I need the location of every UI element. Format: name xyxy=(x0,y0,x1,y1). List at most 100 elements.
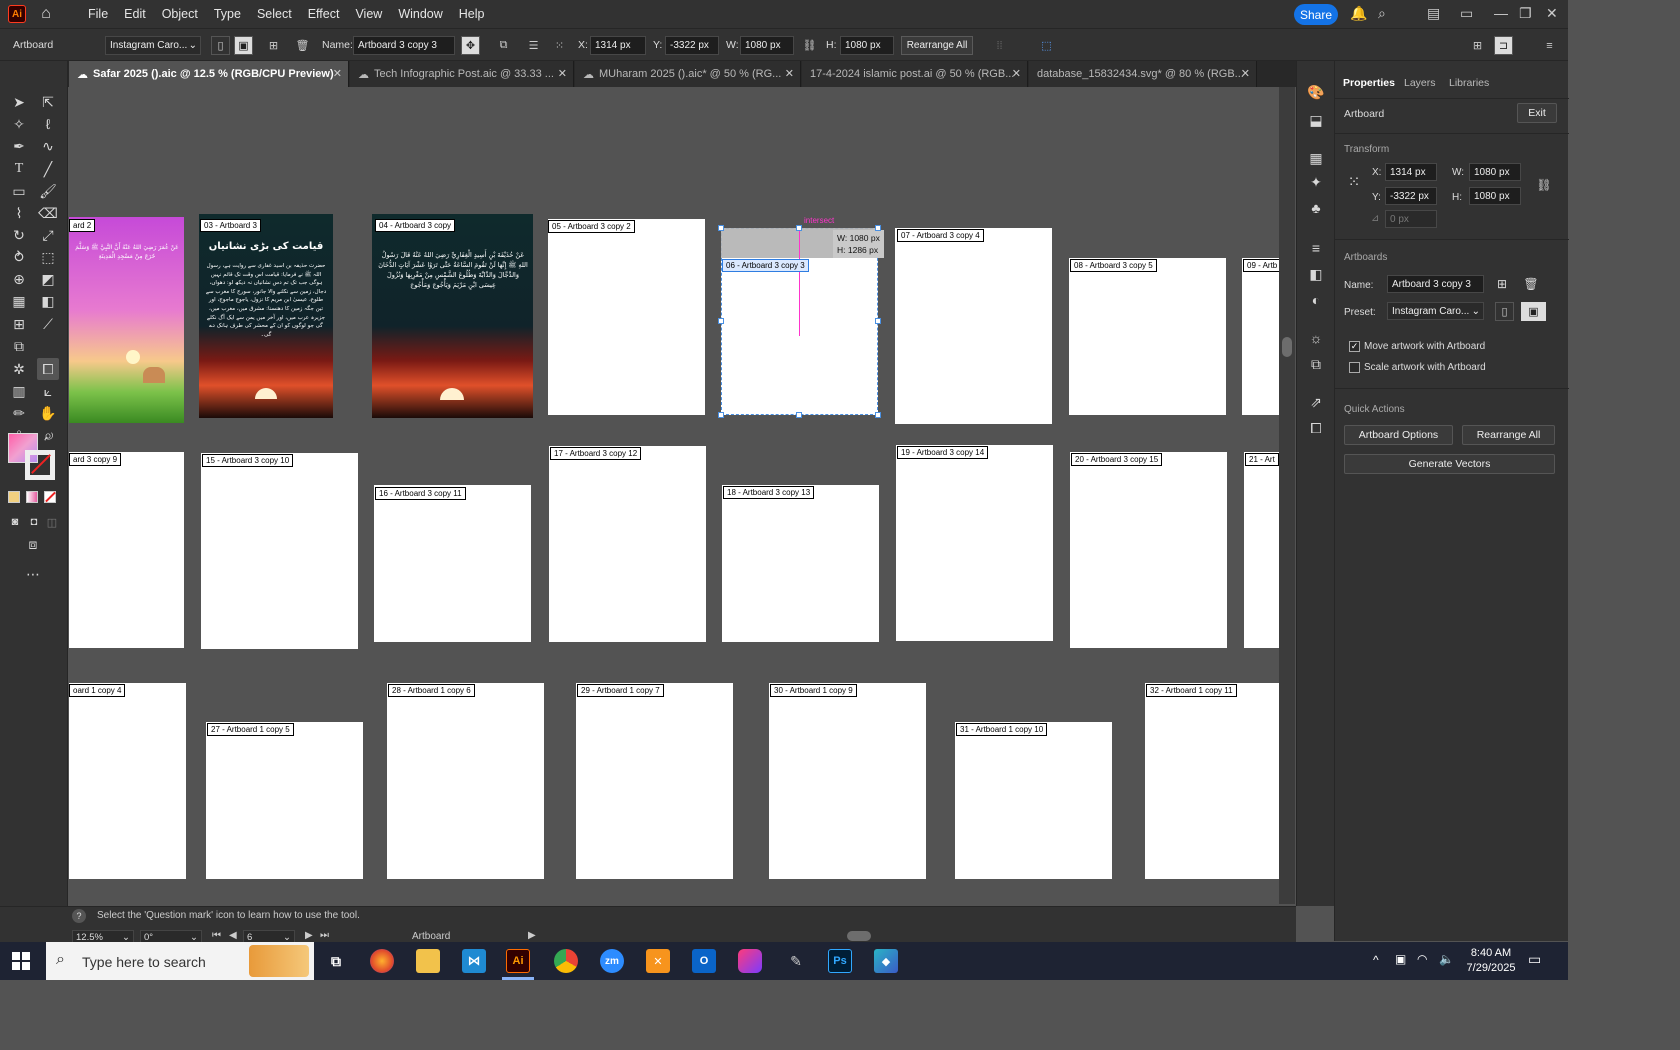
tab-properties[interactable]: Properties xyxy=(1343,77,1395,89)
menu-file[interactable]: File xyxy=(80,7,116,21)
document-setup-icon[interactable]: ☰ xyxy=(524,36,543,55)
x-input[interactable]: 1314 px xyxy=(590,36,646,55)
task-view-icon[interactable]: ⧉ xyxy=(324,949,348,973)
x-input[interactable]: 1314 px xyxy=(1385,163,1437,181)
artboard-label[interactable]: 32 - Artboard 1 copy 11 xyxy=(1146,684,1237,697)
outlook-icon[interactable]: O xyxy=(692,949,716,973)
artboard-label[interactable]: 20 - Artboard 3 copy 15 xyxy=(1071,453,1163,466)
menu-effect[interactable]: Effect xyxy=(300,7,348,21)
transparency-panel-icon[interactable]: ◐ xyxy=(1305,289,1327,311)
gradient-tool-icon[interactable]: ◧ xyxy=(37,290,59,312)
generate-vectors-button[interactable]: Generate Vectors xyxy=(1344,454,1555,474)
height-input[interactable]: 1080 px xyxy=(1469,187,1521,205)
brushes-icon[interactable]: ✦ xyxy=(1305,171,1327,193)
vertical-scrollbar[interactable] xyxy=(1279,87,1295,904)
search-icon[interactable]: ⌕ xyxy=(1378,5,1386,22)
tab-muharam-2025[interactable]: ☁ MUharam 2025 ().aic* @ 50 % (RG... ✕ xyxy=(575,61,801,87)
reference-point-icon[interactable]: ⁙ xyxy=(550,36,569,55)
constrain-proportions-icon[interactable]: ⛓ xyxy=(1533,174,1555,196)
volume-icon[interactable]: 🔈 xyxy=(1439,952,1454,966)
new-artboard-icon[interactable]: ⊞ xyxy=(264,36,283,55)
resize-handle[interactable] xyxy=(796,225,802,231)
menu-edit[interactable]: Edit xyxy=(116,7,154,21)
artboard-label[interactable]: 05 - Artboard 3 copy 2 xyxy=(548,220,635,233)
artboard-08[interactable] xyxy=(1069,258,1226,415)
warp-tool-icon[interactable]: ⥁ xyxy=(8,246,30,268)
gradient-mode-icon[interactable] xyxy=(26,491,38,503)
horizontal-scrollbar[interactable] xyxy=(545,931,1275,941)
libraries-icon[interactable]: ⬓ xyxy=(1305,109,1327,131)
rectangle-tool-icon[interactable]: ▭ xyxy=(8,180,30,202)
stroke-swatch[interactable] xyxy=(25,450,55,480)
symbols-icon[interactable]: ♣ xyxy=(1305,197,1327,219)
edit-toolbar-icon[interactable]: ⋯ xyxy=(22,563,44,585)
artboard-name-input[interactable]: Artboard 3 copy 3 xyxy=(353,36,455,55)
close-tab-icon[interactable]: ✕ xyxy=(333,67,342,80)
shape-builder-tool-icon[interactable]: ⊕ xyxy=(8,268,30,290)
zoom-app-icon[interactable]: zm xyxy=(600,949,624,973)
artboard-16[interactable] xyxy=(374,485,531,642)
artboard-label[interactable]: 08 - Artboard 3 copy 5 xyxy=(1070,259,1157,272)
artboard-label[interactable]: 28 - Artboard 1 copy 6 xyxy=(388,684,475,697)
restore-icon[interactable]: ❐ xyxy=(1519,5,1532,22)
live-paint-tool-icon[interactable]: ◩ xyxy=(37,268,59,290)
tab-database-svg[interactable]: database_15832434.svg* @ 80 % (RGB... ✕ xyxy=(1029,61,1257,87)
artboard-label[interactable]: oard 1 copy 4 xyxy=(69,684,126,697)
menu-select[interactable]: Select xyxy=(249,7,300,21)
swatches-icon[interactable]: ▦ xyxy=(1305,147,1327,169)
pen-tool-icon[interactable]: ✒ xyxy=(8,135,30,157)
artboard-label[interactable]: ard 2 xyxy=(69,219,96,232)
arrange-documents-icon[interactable]: ▭ xyxy=(1460,5,1473,22)
resize-handle[interactable] xyxy=(875,225,881,231)
status-menu-icon[interactable]: ▶ xyxy=(528,930,536,941)
align-icon[interactable]: ⁞⁞ xyxy=(990,36,1009,55)
export-artboard-icon[interactable]: ⬚ xyxy=(1037,36,1056,55)
exit-button[interactable]: Exit xyxy=(1517,103,1557,123)
type-tool-icon[interactable]: T xyxy=(8,158,30,180)
artboard-label[interactable]: 27 - Artboard 1 copy 5 xyxy=(207,723,294,736)
menu-view[interactable]: View xyxy=(347,7,390,21)
graphic-styles-icon[interactable]: ⧉ xyxy=(1305,353,1327,375)
wifi-icon[interactable]: ◠ xyxy=(1417,952,1427,966)
panel-menu-icon[interactable]: ≡ xyxy=(1540,36,1559,55)
file-explorer-icon[interactable] xyxy=(416,949,440,973)
portrait-icon[interactable]: ▯ xyxy=(1495,302,1514,321)
shaper-tool-icon[interactable]: ⌇ xyxy=(8,202,30,224)
angle-input[interactable]: 0 px xyxy=(1385,210,1437,228)
next-artboard-icon[interactable]: ▶ xyxy=(305,930,313,941)
slice-tool-icon[interactable]: ⟀ xyxy=(37,380,59,402)
rearrange-all-button[interactable]: Rearrange All xyxy=(1462,425,1555,445)
artboard-label[interactable]: 19 - Artboard 3 copy 14 xyxy=(897,446,989,459)
curvature-tool-icon[interactable]: ∿ xyxy=(37,135,59,157)
chrome-icon[interactable] xyxy=(554,949,578,973)
resize-handle[interactable] xyxy=(796,412,802,418)
artboard-options-button[interactable]: Artboard Options xyxy=(1344,425,1453,445)
selection-tool-icon[interactable]: ➤ xyxy=(8,91,30,113)
artboard-30[interactable] xyxy=(769,683,926,879)
perspective-grid-tool-icon[interactable]: ▦ xyxy=(8,290,30,312)
artboards-panel-icon[interactable]: ⧠ xyxy=(1305,417,1327,439)
tab-layers[interactable]: Layers xyxy=(1404,77,1436,89)
eraser-tool-icon[interactable]: ⌫ xyxy=(37,202,59,224)
artboard-17[interactable] xyxy=(549,446,706,642)
width-input[interactable]: 1080 px xyxy=(1469,163,1521,181)
menu-window[interactable]: Window xyxy=(390,7,450,21)
close-tab-icon[interactable]: ✕ xyxy=(558,67,567,80)
home-icon[interactable]: ⌂ xyxy=(36,4,56,24)
artboard-label[interactable]: 30 - Artboard 1 copy 9 xyxy=(770,684,857,697)
xampp-icon[interactable]: ✕ xyxy=(646,949,670,973)
tab-tech-infographic[interactable]: ☁ Tech Infographic Post.aic @ 33.33 ... ✕ xyxy=(350,61,574,87)
export-panel-icon[interactable]: ⇗ xyxy=(1305,391,1327,413)
scale-tool-icon[interactable]: ⤢ xyxy=(37,224,59,246)
resize-handle[interactable] xyxy=(718,318,724,324)
magic-wand-tool-icon[interactable]: ✧ xyxy=(8,113,30,135)
canvas[interactable]: عَنْ عُمَرَ رَضِيَ اللهُ عَنْهُ أَنَّ ال… xyxy=(69,87,1279,904)
artboard-18[interactable] xyxy=(722,485,879,642)
photoshop-icon[interactable]: Ps xyxy=(828,949,852,973)
swap-fill-stroke-icon[interactable]: ⤾ xyxy=(41,429,57,445)
blend-tool-icon[interactable]: ⧉ xyxy=(8,335,30,357)
tab-libraries[interactable]: Libraries xyxy=(1449,77,1489,89)
menu-object[interactable]: Object xyxy=(154,7,206,21)
tab-safar-2025[interactable]: ☁ Safar 2025 ().aic @ 12.5 % (RGB/CPU Pre… xyxy=(69,61,349,87)
artboard-label[interactable]: 17 - Artboard 3 copy 12 xyxy=(550,447,642,460)
